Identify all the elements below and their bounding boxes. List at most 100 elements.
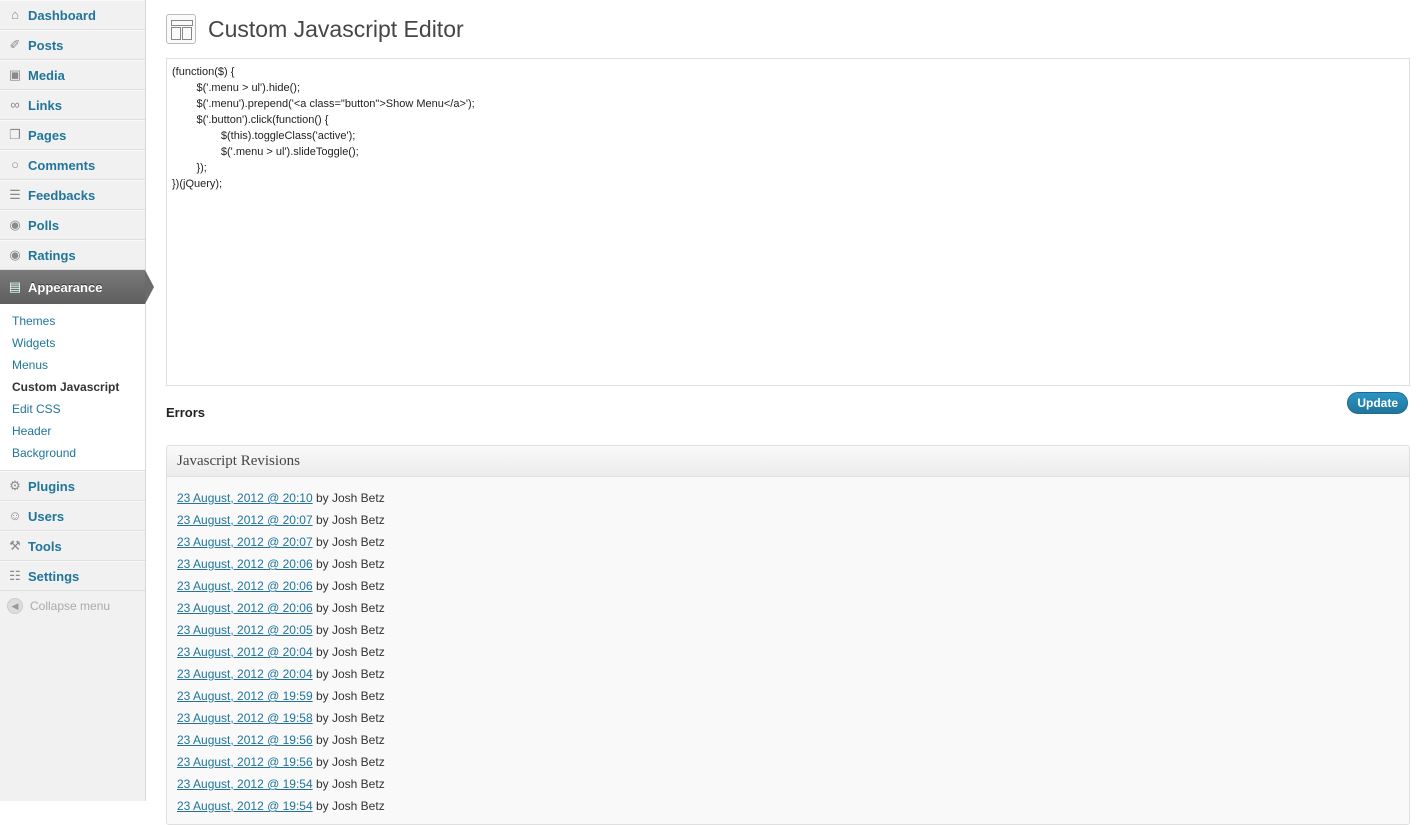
revision-by-label: by — [315, 623, 329, 637]
menu-item-posts[interactable]: ✐ Posts — [0, 30, 145, 60]
menu-item-label: Users — [28, 508, 65, 524]
appearance-submenu: Themes Widgets Menus Custom Javascript Edit … — [0, 304, 145, 471]
revision-by-label: by — [315, 535, 329, 549]
collapse-arrow-icon: ◀ — [7, 598, 23, 614]
revision-row: 23 August, 2012 @ 20:06 by Josh Betz — [177, 597, 1399, 619]
revision-link[interactable]: 23 August, 2012 @ 19:59 — [177, 689, 313, 703]
javascript-code-editor[interactable]: (function($) { $('.menu > ul').hide(); $… — [166, 58, 1410, 386]
bottom-menu-group: ⚙ Plugins ☺ Users ⚒ Tools ☷ Settings — [0, 471, 145, 591]
revision-link[interactable]: 23 August, 2012 @ 19:54 — [177, 799, 313, 813]
page-header: Custom Javascript Editor — [166, 14, 464, 44]
collapse-menu-button[interactable]: ◀ Collapse menu — [0, 591, 145, 621]
menu-item-plugins[interactable]: ⚙ Plugins — [0, 471, 145, 501]
menu-item-links[interactable]: ∞ Links — [0, 90, 145, 120]
revision-row: 23 August, 2012 @ 20:05 by Josh Betz — [177, 619, 1399, 641]
revision-link[interactable]: 23 August, 2012 @ 20:04 — [177, 667, 313, 681]
revision-author: Josh Betz — [332, 513, 385, 527]
revision-link[interactable]: 23 August, 2012 @ 20:07 — [177, 513, 313, 527]
revision-link[interactable]: 23 August, 2012 @ 20:06 — [177, 557, 313, 571]
revisions-list: 23 August, 2012 @ 20:10 by Josh Betz 23 A… — [167, 477, 1409, 824]
revision-link[interactable]: 23 August, 2012 @ 20:04 — [177, 645, 313, 659]
revision-row: 23 August, 2012 @ 19:56 by Josh Betz — [177, 729, 1399, 751]
revision-row: 23 August, 2012 @ 19:59 by Josh Betz — [177, 685, 1399, 707]
menu-item-tools[interactable]: ⚒ Tools — [0, 531, 145, 561]
revision-row: 23 August, 2012 @ 20:04 by Josh Betz — [177, 663, 1399, 685]
menu-item-feedbacks[interactable]: ☰ Feedbacks — [0, 180, 145, 210]
revision-link[interactable]: 23 August, 2012 @ 19:54 — [177, 777, 313, 791]
revision-author: Josh Betz — [332, 733, 385, 747]
revision-link[interactable]: 23 August, 2012 @ 19:58 — [177, 711, 313, 725]
menu-item-users[interactable]: ☺ Users — [0, 501, 145, 531]
submenu-item-background[interactable]: Background — [0, 442, 145, 464]
revision-row: 23 August, 2012 @ 20:07 by Josh Betz — [177, 531, 1399, 553]
revision-by-label: by — [315, 711, 329, 725]
revision-by-label: by — [315, 755, 329, 769]
menu-item-polls[interactable]: ◉ Polls — [0, 210, 145, 240]
submenu-item-custom-javascript[interactable]: Custom Javascript — [0, 376, 145, 398]
update-button[interactable]: Update — [1347, 392, 1408, 414]
revision-link[interactable]: 23 August, 2012 @ 20:05 — [177, 623, 313, 637]
revision-row: 23 August, 2012 @ 19:56 by Josh Betz — [177, 751, 1399, 773]
revision-by-label: by — [315, 667, 329, 681]
revision-author: Josh Betz — [332, 777, 385, 791]
submenu-item-edit-css[interactable]: Edit CSS — [0, 398, 145, 420]
menu-item-media[interactable]: ▣ Media — [0, 60, 145, 90]
revisions-panel: Javascript Revisions 23 August, 2012 @ 2… — [166, 445, 1410, 825]
revision-author: Josh Betz — [332, 491, 385, 505]
poll-icon: ◉ — [9, 217, 21, 232]
revision-link[interactable]: 23 August, 2012 @ 19:56 — [177, 733, 313, 747]
revision-author: Josh Betz — [332, 799, 385, 813]
menu-item-comments[interactable]: ○ Comments — [0, 150, 145, 180]
revision-link[interactable]: 23 August, 2012 @ 20:07 — [177, 535, 313, 549]
revision-link[interactable]: 23 August, 2012 @ 20:06 — [177, 601, 313, 615]
settings-icon: ☷ — [9, 568, 21, 583]
revision-row: 23 August, 2012 @ 19:54 by Josh Betz — [177, 795, 1399, 817]
menu-item-label: Appearance — [28, 279, 103, 295]
submenu-item-widgets[interactable]: Widgets — [0, 332, 145, 354]
pin-icon: ✐ — [9, 37, 21, 52]
revision-link[interactable]: 23 August, 2012 @ 19:56 — [177, 755, 313, 769]
revision-row: 23 August, 2012 @ 19:58 by Josh Betz — [177, 707, 1399, 729]
revision-by-label: by — [315, 799, 329, 813]
menu-item-dashboard[interactable]: ⌂ Dashboard — [0, 0, 145, 30]
revision-row: 23 August, 2012 @ 19:54 by Josh Betz — [177, 773, 1399, 795]
revision-row: 23 August, 2012 @ 20:04 by Josh Betz — [177, 641, 1399, 663]
dashboard-icon: ⌂ — [11, 7, 19, 22]
revisions-title: Javascript Revisions — [167, 446, 1409, 477]
revision-by-label: by — [315, 513, 329, 527]
menu-item-label: Pages — [28, 127, 67, 143]
feedback-icon: ☰ — [9, 187, 21, 202]
revision-author: Josh Betz — [332, 711, 385, 725]
menu-item-label: Settings — [28, 568, 80, 584]
top-menu-group: ⌂ Dashboard ✐ Posts ▣ Media ∞ Links ❐ Pages ○ Comme… — [0, 0, 145, 270]
revision-by-label: by — [315, 777, 329, 791]
revision-row: 23 August, 2012 @ 20:07 by Josh Betz — [177, 509, 1399, 531]
media-icon: ▣ — [8, 67, 22, 82]
revision-author: Josh Betz — [332, 689, 385, 703]
revision-by-label: by — [315, 579, 329, 593]
menu-item-pages[interactable]: ❐ Pages — [0, 120, 145, 150]
revision-by-label: by — [315, 491, 329, 505]
menu-item-ratings[interactable]: ◉ Ratings — [0, 240, 145, 270]
menu-item-appearance[interactable]: ▤ Appearance — [0, 270, 154, 304]
plugin-icon: ⚙ — [9, 478, 21, 493]
errors-heading: Errors — [166, 405, 206, 420]
menu-item-label: Polls — [28, 217, 60, 233]
submenu-item-menus[interactable]: Menus — [0, 354, 145, 376]
revision-link[interactable]: 23 August, 2012 @ 20:06 — [177, 579, 313, 593]
pages-icon: ❐ — [9, 127, 21, 142]
menu-item-label: Feedbacks — [28, 187, 96, 203]
submenu-item-header[interactable]: Header — [0, 420, 145, 442]
revision-by-label: by — [315, 557, 329, 571]
revision-author: Josh Betz — [332, 667, 385, 681]
revision-by-label: by — [315, 601, 329, 615]
revision-author: Josh Betz — [332, 755, 385, 769]
tools-icon: ⚒ — [9, 538, 21, 553]
submenu-item-themes[interactable]: Themes — [0, 310, 145, 332]
menu-item-label: Dashboard — [28, 7, 96, 23]
revision-link[interactable]: 23 August, 2012 @ 20:10 — [177, 491, 313, 505]
menu-item-label: Links — [28, 97, 62, 113]
menu-item-settings[interactable]: ☷ Settings — [0, 561, 145, 591]
revision-author: Josh Betz — [332, 601, 385, 615]
revision-author: Josh Betz — [332, 579, 385, 593]
